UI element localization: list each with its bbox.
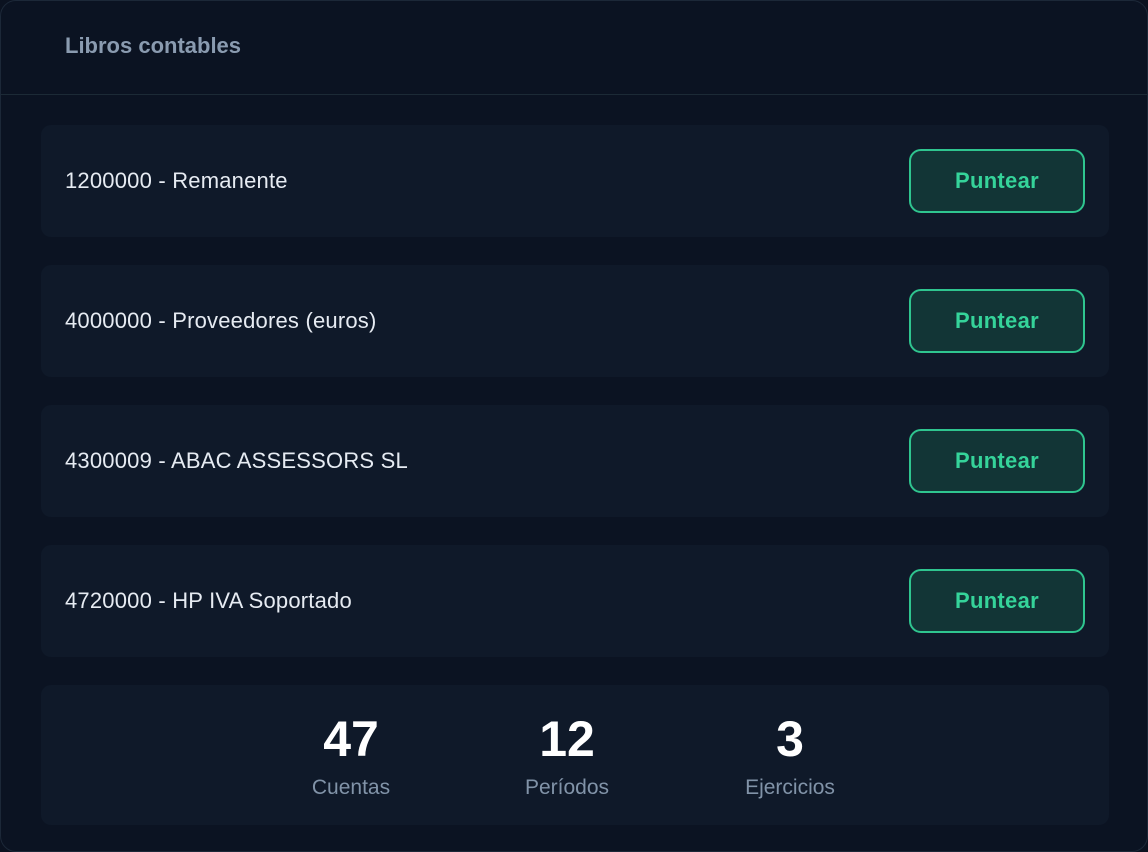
stat-ejercicios: 3 Ejercicios — [700, 707, 880, 803]
account-row: 1200000 - Remanente Puntear — [41, 125, 1109, 237]
account-label: 4300009 - ABAC ASSESSORS SL — [65, 448, 408, 473]
account-list: 1200000 - Remanente Puntear 4000000 - Pr… — [41, 125, 1109, 685]
stat-label: Ejercicios — [745, 776, 835, 799]
panel-header: Libros contables — [1, 1, 1147, 95]
stat-label: Períodos — [524, 776, 610, 799]
summary-stats: 47 Cuentas 12 Períodos 3 Ejercicios — [41, 685, 1109, 825]
account-row: 4000000 - Proveedores (euros) Puntear — [41, 265, 1109, 377]
account-label: 1200000 - Remanente — [65, 168, 288, 193]
panel-title: Libros contables — [65, 32, 242, 58]
puntear-button[interactable]: Puntear — [909, 569, 1085, 633]
account-row: 4720000 - HP IVA Soportado Puntear — [41, 545, 1109, 657]
account-label: 4000000 - Proveedores (euros) — [65, 308, 377, 333]
puntear-button[interactable]: Puntear — [909, 429, 1085, 493]
account-label: 4720000 - HP IVA Soportado — [65, 588, 352, 613]
stat-value: 47 — [323, 711, 379, 767]
account-row: 4300009 - ABAC ASSESSORS SL Puntear — [41, 405, 1109, 517]
accounting-books-panel: Libros contables 1200000 - Remanente Pun… — [0, 0, 1148, 852]
stat-label: Cuentas — [311, 776, 391, 799]
stat-cuentas: 47 Cuentas — [261, 707, 441, 803]
stat-value: 12 — [539, 711, 595, 767]
stat-value: 3 — [776, 711, 804, 767]
stat-periodos: 12 Períodos — [477, 707, 657, 803]
puntear-button[interactable]: Puntear — [909, 289, 1085, 353]
puntear-button[interactable]: Puntear — [909, 149, 1085, 213]
